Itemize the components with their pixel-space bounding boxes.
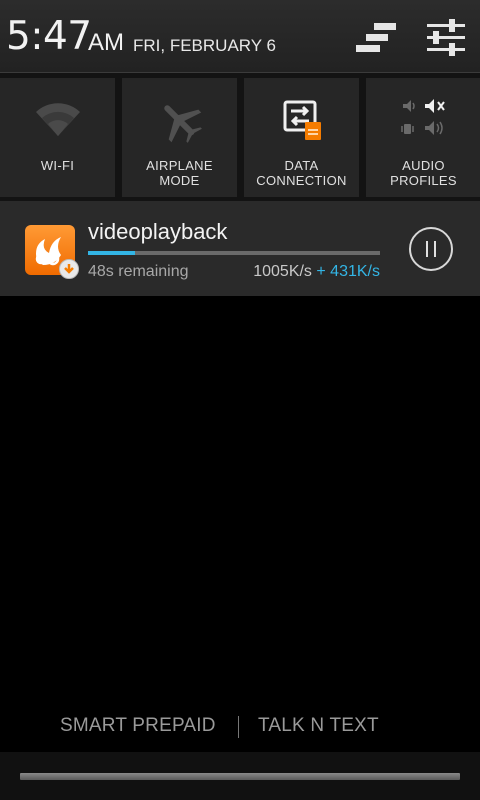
date-label: FRI, FEBRUARY 6: [133, 36, 276, 55]
data-connection-toggle[interactable]: DATA CONNECTION: [244, 78, 359, 197]
wifi-label: WI-FI: [40, 158, 75, 173]
speed-up: + 431K/s: [316, 263, 380, 280]
speed-down: 1005K/s: [253, 263, 312, 280]
download-speed: 1005K/s + 431K/s: [253, 263, 380, 281]
download-badge: [59, 259, 79, 279]
data-connection-icon: [283, 100, 321, 140]
download-progress-bar: [88, 251, 380, 255]
status-header: 5:47 AM FRI, FEBRUARY 6: [0, 0, 480, 73]
audio-profiles-toggle[interactable]: AUDIO PROFILES: [366, 78, 480, 197]
shade-bottom: [0, 752, 480, 800]
settings-sliders-icon[interactable]: [423, 17, 469, 57]
clock-ampm: AM: [88, 29, 124, 56]
quick-settings-panel: WI-FI AIRPLANE MODE DATA CONNECTION AUDI…: [0, 73, 480, 201]
audio-profiles-icon: [400, 99, 445, 135]
notification-shade: 5:47 AM FRI, FEBRUARY 6 WI-FI AIRPLANE M…: [0, 0, 480, 800]
wifi-toggle[interactable]: WI-FI: [0, 78, 115, 197]
airplane-mode-toggle[interactable]: AIRPLANE MODE: [122, 78, 237, 197]
wifi-icon: [35, 103, 80, 136]
download-title: videoplayback: [88, 219, 228, 244]
clear-notifications-icon[interactable]: [352, 17, 398, 57]
clock-time: 5:47: [6, 14, 92, 59]
carrier-1: SMART PREPAID: [60, 715, 216, 736]
carrier-labels: SMART PREPAID TALK N TEXT: [0, 715, 480, 743]
time-remaining: 48s remaining: [88, 263, 189, 280]
airplane-icon: [163, 105, 202, 143]
audio-profiles-label: AUDIO PROFILES: [390, 158, 457, 188]
data-connection-label: DATA CONNECTION: [256, 158, 347, 188]
airplane-mode-label: AIRPLANE MODE: [146, 158, 213, 188]
shade-drag-handle[interactable]: [20, 773, 460, 780]
download-notification[interactable]: videoplayback 48s remaining 1005K/s + 43…: [0, 201, 480, 296]
carrier-divider: [238, 716, 239, 738]
pause-icon[interactable]: [409, 227, 453, 271]
download-progress-fill: [88, 251, 135, 255]
uc-browser-download-icon: [25, 225, 79, 279]
carrier-2: TALK N TEXT: [258, 715, 379, 736]
